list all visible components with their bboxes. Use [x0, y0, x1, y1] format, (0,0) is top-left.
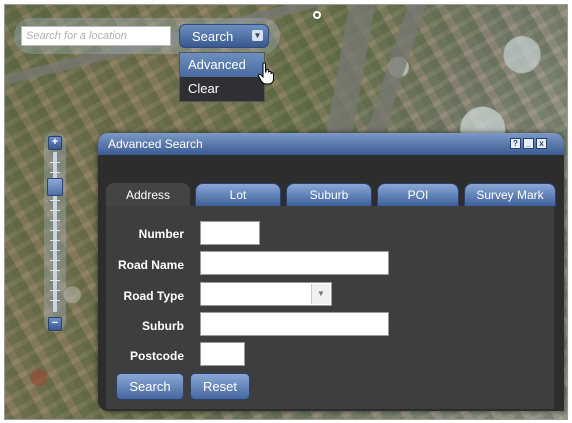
hand-cursor-icon	[257, 62, 274, 85]
zoom-tick	[50, 270, 60, 271]
zoom-tick	[50, 220, 60, 221]
zoom-tick	[50, 260, 60, 261]
search-button-label: Search	[192, 28, 234, 44]
number-input[interactable]	[200, 221, 260, 245]
zoom-track[interactable]	[53, 152, 57, 312]
reset-button[interactable]: Reset	[190, 373, 250, 400]
menu-item-advanced[interactable]: Advanced	[180, 53, 264, 77]
map-marker-icon	[313, 11, 321, 19]
tab-survey-mark[interactable]: Survey Mark	[464, 183, 556, 207]
close-icon[interactable]: x	[536, 138, 547, 149]
zoom-out-button[interactable]: −	[48, 317, 62, 331]
suburb-label: Suburb	[142, 319, 184, 333]
road-type-label: Road Type	[123, 289, 184, 303]
tab-address[interactable]: Address	[106, 183, 190, 207]
zoom-tick	[50, 230, 60, 231]
road-name-input[interactable]	[200, 251, 389, 275]
advanced-search-button[interactable]: Search	[116, 373, 184, 400]
road-type-select[interactable]: ▼	[200, 282, 332, 306]
postcode-label: Postcode	[129, 349, 184, 363]
zoom-tick	[50, 210, 60, 211]
tab-poi[interactable]: POI	[377, 183, 459, 207]
search-button[interactable]: Search ▼	[179, 24, 269, 48]
tab-suburb[interactable]: Suburb	[286, 183, 372, 207]
help-icon[interactable]: ?	[510, 138, 521, 149]
zoom-tick	[50, 240, 60, 241]
chevron-down-icon[interactable]: ▼	[311, 284, 330, 304]
zoom-in-button[interactable]: +	[48, 136, 62, 150]
zoom-tick	[50, 200, 60, 201]
postcode-input[interactable]	[200, 342, 245, 366]
tab-lot[interactable]: Lot	[195, 183, 281, 207]
zoom-tick	[50, 300, 60, 301]
zoom-tick	[50, 290, 60, 291]
dialog-title: Advanced Search	[108, 137, 203, 151]
menu-item-clear[interactable]: Clear	[180, 77, 264, 101]
zoom-handle[interactable]	[47, 178, 63, 196]
chevron-down-icon[interactable]: ▼	[252, 30, 263, 41]
road-name-label: Road Name	[117, 258, 184, 272]
zoom-tick	[50, 280, 60, 281]
minimize-icon[interactable]: _	[523, 138, 534, 149]
location-search-input[interactable]	[21, 26, 171, 46]
zoom-tick	[50, 162, 60, 163]
dialog-titlebar[interactable]: Advanced Search ? _ x	[98, 133, 564, 155]
suburb-input[interactable]	[200, 312, 389, 336]
zoom-tick	[50, 172, 60, 173]
zoom-tick	[50, 250, 60, 251]
search-dropdown-menu: Advanced Clear	[179, 52, 265, 102]
number-label: Number	[138, 227, 184, 241]
